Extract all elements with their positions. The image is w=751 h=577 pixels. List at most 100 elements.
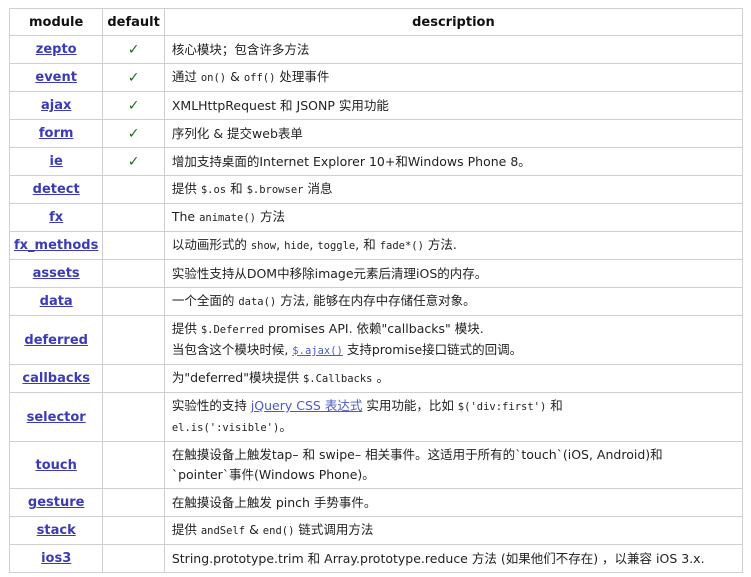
module-link-ios3[interactable]: ios3 (41, 551, 71, 566)
table-row: data 一个全面的 data() 方法, 能够在内存中存储任意对象。 (8, 287, 744, 316)
description-cell: 一个全面的 data() 方法, 能够在内存中存储任意对象。 (163, 287, 744, 316)
table-row: ie ✓ 增加支持桌面的Internet Explorer 10+和Windows … (8, 147, 744, 176)
description-text: , (276, 237, 285, 252)
module-link-gesture[interactable]: gesture (28, 495, 85, 510)
description-text: 为"deferred"模块提供 (171, 370, 303, 385)
default-cell (102, 203, 165, 232)
table-row: zepto ✓ 核心模块；包含许多方法 (8, 35, 744, 64)
description-cell: 在触摸设备上触发tap– 和 swipe– 相关事件。这适用于所有的`touch… (163, 441, 744, 489)
module-link-ie[interactable]: ie (50, 154, 63, 169)
inline-code: $.browser (246, 184, 304, 196)
description-text: promises API. 依赖"callbacks" 模块. (264, 321, 484, 336)
check-icon: ✓ (127, 69, 140, 86)
module-cell: detect (8, 175, 104, 204)
modules-table: module default description zepto ✓ 核心模块；包含… (8, 8, 744, 573)
description-text: 和 (226, 181, 247, 196)
header-row: module default description (8, 8, 744, 36)
table-row: detect 提供 $.os 和 $.browser 消息 (8, 175, 744, 204)
description-text: `pointer`事件(Windows Phone)。 (171, 467, 375, 482)
table-row: event ✓ 通过 on() & off() 处理事件 (8, 63, 744, 92)
default-cell: ✓ (102, 119, 165, 148)
module-cell: callbacks (8, 364, 104, 393)
module-link-fx-methods[interactable]: fx_methods (14, 238, 98, 253)
module-link-data[interactable]: data (40, 294, 73, 309)
table-row: deferred 提供 $.Deferred promises API. 依赖"c… (8, 315, 744, 365)
module-cell: ajax (8, 91, 104, 120)
description-link[interactable]: jQuery CSS 表达式 (251, 398, 363, 413)
inline-code: fade*() (379, 240, 424, 252)
module-cell: ios3 (8, 544, 104, 573)
description-text: 方法. (423, 237, 457, 252)
module-link-callbacks[interactable]: callbacks (22, 371, 90, 386)
module-link-detect[interactable]: detect (33, 182, 80, 197)
table-row: selector 实验性的支持 jQuery CSS 表达式 实用功能，比如 $(… (8, 392, 744, 442)
module-cell: fx_methods (8, 231, 104, 260)
module-link-assets[interactable]: assets (33, 266, 80, 281)
header-module: module (8, 8, 104, 36)
description-cell: 通过 on() & off() 处理事件 (163, 63, 744, 92)
inline-code: andSelf (200, 525, 246, 537)
description-text: 支持promise接口链式的回调。 (342, 342, 523, 357)
inline-code: show (250, 240, 277, 252)
table-row: ajax ✓ XMLHttpRequest 和 JSONP 实用功能 (8, 91, 744, 120)
description-cell: 为"deferred"模块提供 $.Callbacks 。 (163, 364, 744, 393)
inline-code: data() (238, 296, 277, 308)
inline-code: on() (200, 72, 227, 84)
check-icon: ✓ (127, 41, 140, 58)
module-link-fx[interactable]: fx (49, 210, 63, 225)
description-text: 一个全面的 (171, 293, 239, 308)
check-icon: ✓ (127, 97, 140, 114)
table-body: zepto ✓ 核心模块；包含许多方法 event ✓ 通过 on() & off() 处… (8, 35, 744, 573)
description-text: 通过 (171, 69, 201, 84)
description-text: String.prototype.trim 和 Array.prototype.… (171, 550, 705, 566)
inline-code: animate() (199, 212, 256, 224)
default-cell (102, 441, 165, 489)
description-cell: 以动画形式的 show, hide, toggle, 和 fade*() 方法. (163, 231, 744, 260)
default-cell (102, 287, 165, 316)
description-text: 提供 (171, 522, 201, 537)
default-cell (102, 488, 165, 517)
module-link-deferred[interactable]: deferred (24, 333, 88, 348)
inline-code: $.ajax() (292, 345, 343, 357)
description-text: 实验性支持从DOM中移除image元素后清理iOS的内存。 (171, 265, 488, 281)
description-text: 消息 (303, 181, 333, 196)
inline-code: $.Deferred (200, 324, 265, 336)
description-text: XMLHttpRequest 和 JSONP 实用功能 (171, 97, 389, 113)
description-cell: 提供 $.Deferred promises API. 依赖"callbacks… (163, 315, 744, 365)
default-cell: ✓ (102, 63, 165, 92)
description-text: 序列化 & 提交web表单 (171, 125, 303, 141)
module-link-touch[interactable]: touch (35, 458, 76, 473)
module-link-form[interactable]: form (39, 126, 74, 141)
inline-code: off() (243, 72, 276, 84)
module-link-zepto[interactable]: zepto (36, 42, 77, 57)
table-row: ios3 String.prototype.trim 和 Array.protot… (8, 544, 744, 573)
module-link-ajax[interactable]: ajax (41, 98, 71, 113)
module-link-selector[interactable]: selector (27, 410, 86, 425)
table-row: form ✓ 序列化 & 提交web表单 (8, 119, 744, 148)
inline-code: $('div:first') (457, 401, 547, 413)
description-text: 实验性的支持 (171, 398, 251, 413)
module-link-event[interactable]: event (35, 70, 77, 85)
module-cell: ie (8, 147, 104, 176)
module-cell: gesture (8, 488, 104, 517)
description-text: 处理事件 (275, 69, 330, 84)
description-text: The (171, 209, 200, 224)
check-icon: ✓ (127, 125, 140, 142)
module-link-stack[interactable]: stack (37, 523, 76, 538)
default-cell (102, 231, 165, 260)
module-cell: stack (8, 516, 104, 545)
header-description: description (163, 8, 744, 36)
module-cell: data (8, 287, 104, 316)
table-row: stack 提供 andSelf & end() 链式调用方法 (8, 516, 744, 545)
description-text: 方法, 能够在内存中存储任意对象。 (276, 293, 476, 308)
description-text: 实用功能，比如 (362, 398, 458, 413)
inline-code: el.is(':visible') (171, 422, 280, 434)
inline-code: $.os (200, 184, 227, 196)
description-text: & (245, 522, 263, 537)
description-cell: 在触摸设备上触发 pinch 手势事件。 (163, 488, 744, 517)
description-cell: XMLHttpRequest 和 JSONP 实用功能 (163, 91, 744, 120)
description-code-link[interactable]: $.ajax() (292, 342, 343, 357)
module-cell: event (8, 63, 104, 92)
default-cell: ✓ (102, 35, 165, 64)
description-cell: 提供 $.os 和 $.browser 消息 (163, 175, 744, 204)
